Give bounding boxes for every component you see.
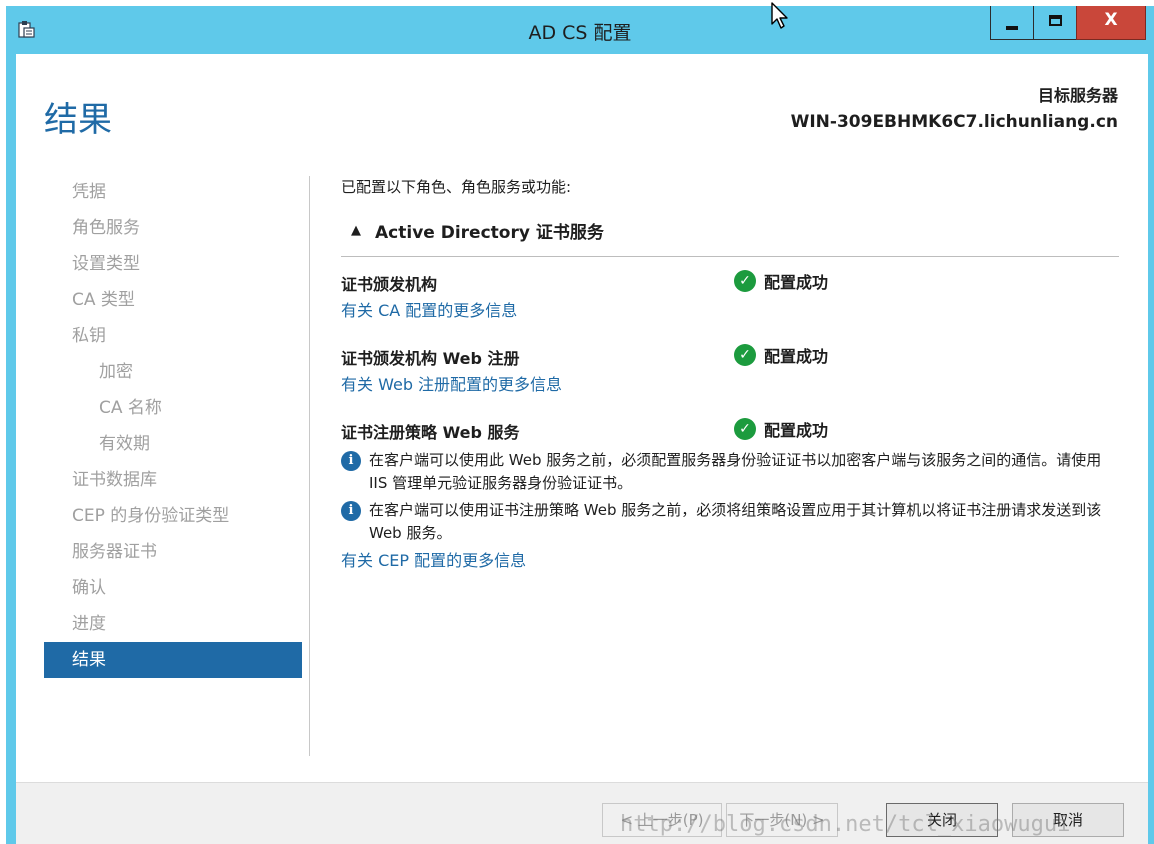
sidebar-divider	[309, 176, 310, 756]
feature-row: 证书颁发机构 Web 注册 有关 Web 注册配置的更多信息 ✓ 配置成功	[341, 343, 1121, 419]
sidebar-item[interactable]: 凭据	[44, 174, 302, 210]
watermark: http://blog.csdn.net/tcl_xiaowugui	[620, 812, 1071, 837]
title-bar[interactable]: AD CS 配置 X	[6, 6, 1154, 54]
wizard-steps-sidebar: 凭据 角色服务 设置类型 CA 类型 私钥 加密 CA 名称 有效期 证书数据库 CEP 的身份验…	[44, 174, 302, 678]
status-indicator: ✓ 配置成功	[734, 269, 828, 293]
status-text: 配置成功	[764, 421, 829, 440]
window: AD CS 配置 X 结果 目标服务器 WIN-309EBHMK6C7.lich…	[6, 6, 1154, 844]
sidebar-item[interactable]: 角色服务	[44, 210, 302, 246]
note-text: 在客户端可以使用此 Web 服务之前，必须配置服务器身份验证证书以加密客户端与该…	[369, 451, 1102, 492]
sidebar-item[interactable]: 有效期	[44, 426, 302, 462]
window-controls: X	[990, 6, 1146, 42]
status-text: 配置成功	[764, 347, 829, 366]
sidebar-item[interactable]: 私钥	[44, 318, 302, 354]
chevron-up-icon: ▲	[351, 222, 361, 238]
close-window-button[interactable]: X	[1076, 6, 1146, 40]
sidebar-item[interactable]: 结果	[44, 642, 302, 678]
target-server-label: 目标服务器	[1037, 86, 1118, 105]
results-panel: 已配置以下角色、角色服务或功能: ▲ Active Directory 证书服务…	[341, 176, 1121, 571]
cep-config-info-link[interactable]: 有关 CEP 配置的更多信息	[341, 547, 1121, 571]
info-note: i 在客户端可以使用证书注册策略 Web 服务之前，必须将组策略设置应用于其计算…	[341, 499, 1121, 545]
feature-name: 证书注册策略 Web 服务	[341, 423, 520, 442]
feature-name: 证书颁发机构 Web 注册	[341, 349, 520, 368]
feature-row: 证书颁发机构 有关 CA 配置的更多信息 ✓ 配置成功	[341, 269, 1121, 345]
status-indicator: ✓ 配置成功	[734, 417, 828, 441]
sidebar-item[interactable]: 服务器证书	[44, 534, 302, 570]
ca-config-info-link[interactable]: 有关 CA 配置的更多信息	[341, 297, 517, 321]
mouse-cursor-icon	[771, 2, 788, 29]
sidebar-item[interactable]: CEP 的身份验证类型	[44, 498, 302, 534]
sidebar-item[interactable]: 证书数据库	[44, 462, 302, 498]
sidebar-item[interactable]: 确认	[44, 570, 302, 606]
sidebar-item[interactable]: CA 名称	[44, 390, 302, 426]
info-note: i 在客户端可以使用此 Web 服务之前，必须配置服务器身份验证证书以加密客户端…	[341, 449, 1121, 495]
sidebar-item[interactable]: 加密	[44, 354, 302, 390]
success-check-icon: ✓	[734, 344, 756, 366]
success-check-icon: ✓	[734, 270, 756, 292]
section-title: Active Directory 证书服务	[375, 222, 604, 243]
feature-row: 证书注册策略 Web 服务 ✓ 配置成功	[341, 417, 1121, 445]
web-enrollment-info-link[interactable]: 有关 Web 注册配置的更多信息	[341, 371, 562, 395]
note-text: 在客户端可以使用证书注册策略 Web 服务之前，必须将组策略设置应用于其计算机以…	[369, 501, 1102, 542]
info-icon: i	[341, 501, 361, 521]
status-text: 配置成功	[764, 273, 829, 292]
info-icon: i	[341, 451, 361, 471]
minimize-icon	[1006, 26, 1018, 30]
section-toggle[interactable]: ▲ Active Directory 证书服务	[341, 216, 1121, 244]
maximize-icon	[1049, 15, 1062, 26]
page-title: 结果	[44, 100, 112, 140]
content-area: 结果 目标服务器 WIN-309EBHMK6C7.lichunliang.cn …	[16, 54, 1148, 782]
maximize-button[interactable]	[1033, 6, 1077, 40]
success-check-icon: ✓	[734, 418, 756, 440]
feature-name: 证书颁发机构	[341, 275, 438, 294]
sidebar-item[interactable]: 设置类型	[44, 246, 302, 282]
results-intro: 已配置以下角色、角色服务或功能:	[341, 178, 572, 196]
sidebar-item[interactable]: 进度	[44, 606, 302, 642]
sidebar-item[interactable]: CA 类型	[44, 282, 302, 318]
status-indicator: ✓ 配置成功	[734, 343, 828, 367]
close-icon: X	[1104, 10, 1118, 30]
window-title: AD CS 配置	[528, 22, 632, 44]
target-server-name: WIN-309EBHMK6C7.lichunliang.cn	[790, 112, 1118, 132]
minimize-button[interactable]	[990, 6, 1034, 40]
